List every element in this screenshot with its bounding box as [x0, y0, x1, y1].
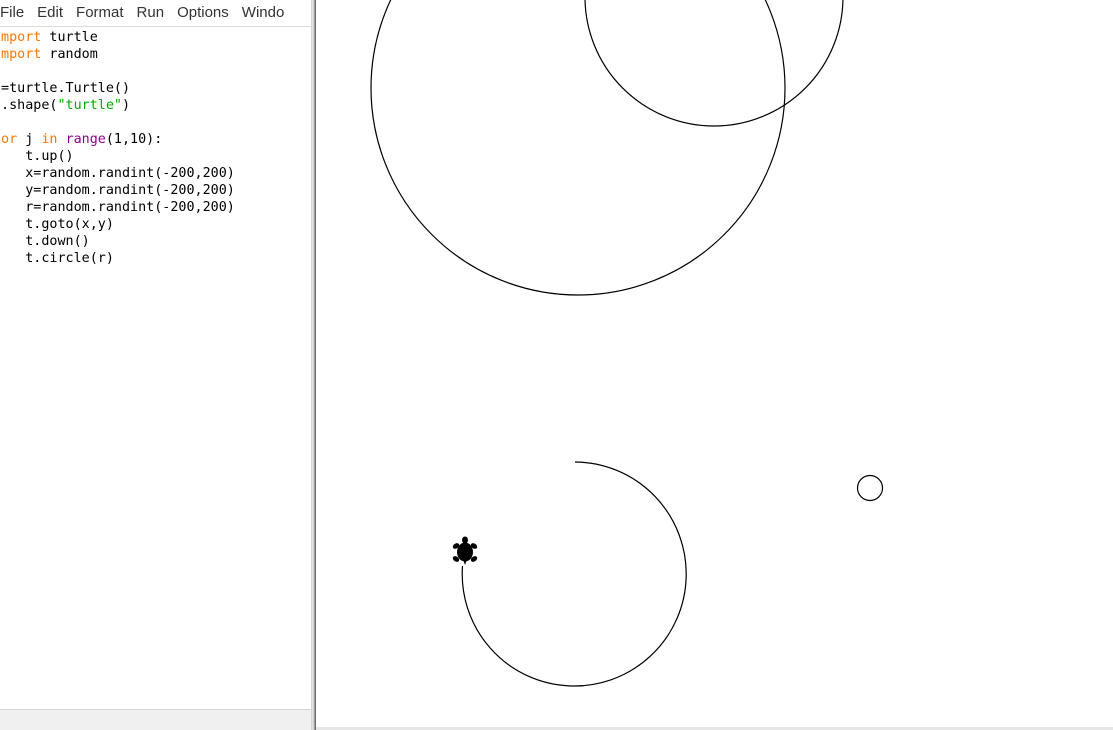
upper-circle — [584, 0, 844, 127]
code-token: y=random.randint(-200,200) — [0, 183, 235, 198]
code-line: for j in range(1,10): — [0, 131, 311, 148]
code-line: y=random.randint(-200,200) — [0, 182, 311, 199]
turtle-canvas — [316, 0, 1113, 727]
code-line: import turtle — [0, 29, 311, 46]
horizontal-scrollbar[interactable] — [0, 709, 311, 730]
code-token: j — [17, 132, 42, 147]
code-line: import random — [0, 46, 311, 63]
large-circle — [370, 0, 786, 296]
code-token: random — [41, 47, 98, 62]
code-token: in — [41, 132, 58, 147]
code-text-area[interactable]: import turtleimport randomt=turtle.Turtl… — [0, 29, 311, 709]
code-token: t.shape( — [0, 98, 58, 113]
code-token: (1,10): — [105, 132, 163, 147]
code-token: x=random.randint(-200,200) — [0, 166, 235, 181]
code-token: t.circle(r) — [0, 251, 114, 266]
code-line: t.goto(x,y) — [0, 216, 311, 233]
partial-circle-arc — [461, 461, 687, 687]
code-token: t.down() — [0, 234, 90, 249]
code-token: "turtle" — [57, 98, 123, 113]
menubar: File Edit Format Run Options Windo — [0, 0, 311, 27]
code-token: import — [0, 47, 42, 62]
code-token: ) — [122, 98, 131, 113]
code-line: x=random.randint(-200,200) — [0, 165, 311, 182]
code-token: turtle — [41, 30, 98, 45]
code-token: for — [0, 132, 18, 147]
turtle-icon — [452, 536, 478, 565]
code-token: range — [65, 132, 106, 147]
menu-run[interactable]: Run — [133, 0, 174, 26]
small-circle — [856, 474, 884, 502]
menu-edit[interactable]: Edit — [33, 0, 72, 26]
code-token: t.up() — [0, 149, 74, 164]
code-token: r=random.randint(-200,200) — [0, 200, 235, 215]
code-editor-window: File Edit Format Run Options Windo impor… — [0, 0, 311, 730]
code-line: r=random.randint(-200,200) — [0, 199, 311, 216]
menu-format[interactable]: Format — [72, 0, 133, 26]
code-token: t=turtle.Turtle() — [0, 81, 131, 96]
code-line: t.shape("turtle") — [0, 97, 311, 114]
code-line: t.up() — [0, 148, 311, 165]
menu-options[interactable]: Options — [173, 0, 238, 26]
code-line: t.down() — [0, 233, 311, 250]
menu-file[interactable]: File — [0, 0, 33, 26]
code-token: t.goto(x,y) — [0, 217, 114, 232]
code-token: import — [0, 30, 42, 45]
screen: File Edit Format Run Options Windo impor… — [0, 0, 1113, 730]
code-line: t.circle(r) — [0, 250, 311, 267]
code-line: t=turtle.Turtle() — [0, 80, 311, 97]
menu-window[interactable]: Windo — [238, 0, 294, 26]
